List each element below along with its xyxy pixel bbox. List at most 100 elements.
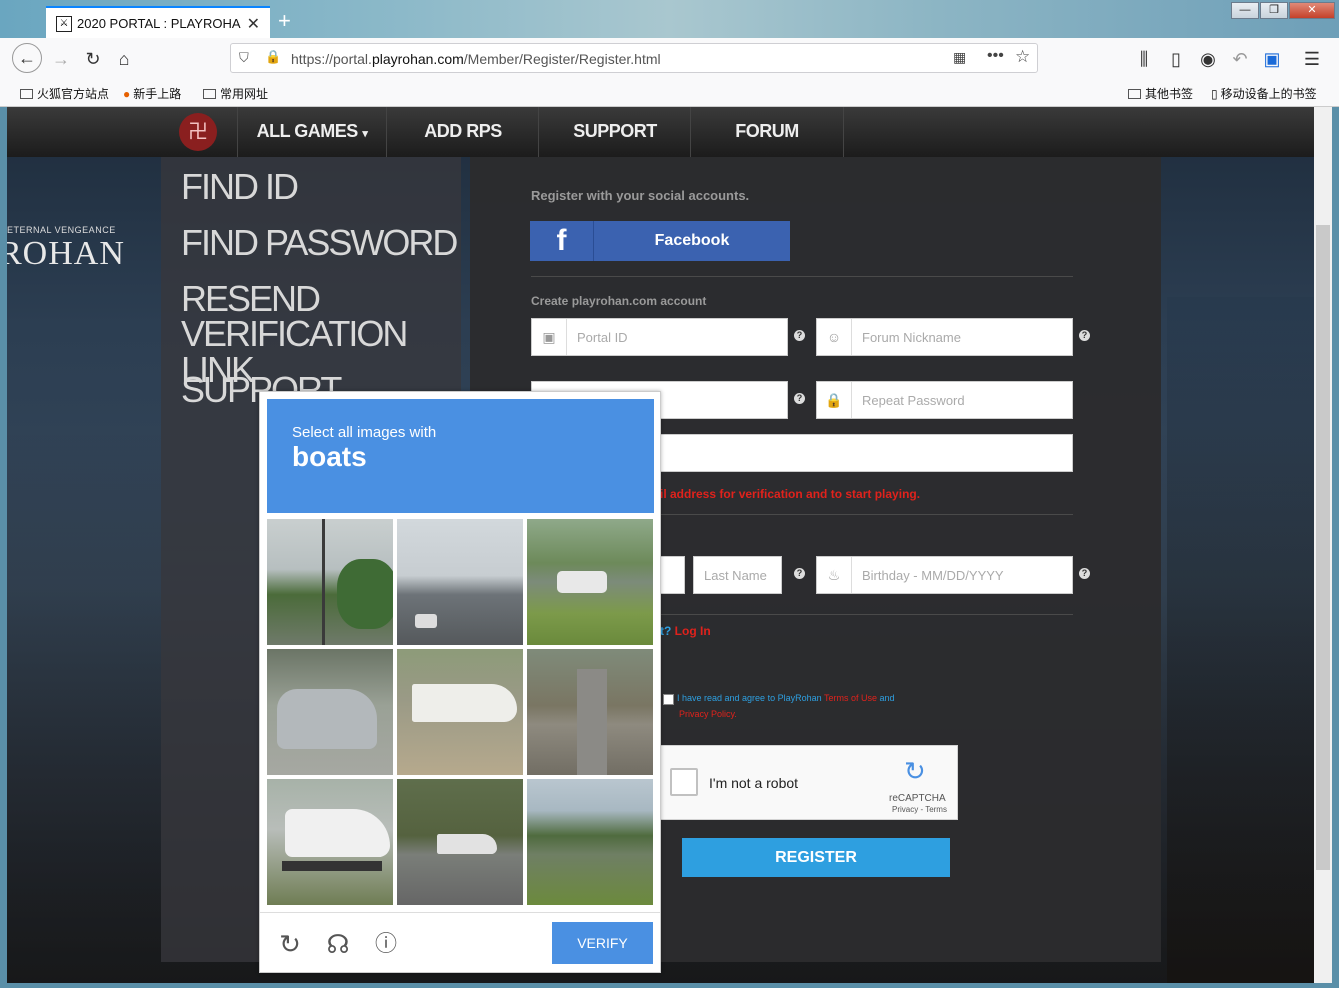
nav-forum[interactable]: FORUM	[690, 107, 844, 157]
cake-icon: ♨	[817, 557, 852, 593]
last-name-placeholder: Last Name	[704, 568, 767, 583]
qr-code-icon[interactable]: ▦	[953, 49, 966, 66]
challenge-tile-5[interactable]	[397, 649, 523, 775]
library-icon[interactable]: ⫼	[1130, 46, 1158, 72]
sidebar-icon[interactable]: ▯	[1162, 46, 1190, 72]
robot-label: I'm not a robot	[709, 775, 799, 791]
resend-link-line1[interactable]: RESEND	[181, 281, 321, 317]
extension-icon[interactable]: ▣	[1258, 46, 1286, 72]
maximize-button[interactable]: ❐	[1260, 2, 1288, 19]
forward-arrow-icon[interactable]: →	[47, 46, 75, 72]
info-icon[interactable]: ⓘ	[372, 930, 400, 958]
boat-hull	[285, 809, 390, 857]
refresh-icon[interactable]: ↻	[276, 930, 304, 958]
tab-title: 2020 PORTAL : PLAYROHAN	[77, 16, 241, 31]
headphones-icon[interactable]: ☊	[324, 930, 352, 958]
last-name-field[interactable]: Last Name	[693, 556, 782, 594]
forum-nickname-placeholder: Forum Nickname	[862, 330, 961, 345]
bookmark-item[interactable]: ● 新手上路	[123, 85, 181, 102]
trailer	[282, 861, 382, 871]
shield-icon[interactable]: ⛉	[239, 50, 249, 66]
undo-icon[interactable]: ↶	[1226, 46, 1254, 72]
folder-icon	[20, 89, 33, 99]
login-link[interactable]: Log In	[675, 624, 711, 638]
help-icon[interactable]: ?	[1079, 330, 1090, 341]
challenge-header: Select all images with boats	[267, 399, 654, 513]
challenge-tile-7[interactable]	[267, 779, 393, 905]
register-button[interactable]: REGISTER	[682, 838, 950, 877]
terms-link[interactable]: Terms of Use	[824, 693, 877, 703]
social-label: Register with your social accounts.	[531, 188, 750, 203]
tab-close-icon[interactable]: ✕	[247, 14, 260, 34]
lock-icon: 🔒	[817, 382, 852, 418]
find-password-link[interactable]: FIND PASSWORD	[181, 225, 458, 261]
challenge-tile-1[interactable]	[267, 519, 393, 645]
reload-icon[interactable]: ↻	[79, 46, 107, 72]
folder-icon	[1128, 89, 1141, 99]
lock-icon[interactable]: 🔒	[265, 49, 281, 65]
pole	[322, 519, 325, 645]
challenge-tile-8[interactable]	[397, 779, 523, 905]
captcha-challenge: Select all images with boats ↻ ☊ ⓘ VERIF…	[259, 391, 661, 973]
smiley-icon: ☺	[817, 319, 852, 355]
bookmark-item[interactable]: 火狐官方站点	[20, 85, 109, 102]
tree	[337, 559, 393, 629]
url-text: https://portal.playrohan.com/Member/Regi…	[291, 51, 661, 67]
bookmark-item[interactable]: 其他书签	[1128, 85, 1193, 102]
rohan-logo-icon[interactable]: 卍	[179, 113, 217, 151]
facebook-label: Facebook	[654, 232, 730, 249]
facebook-button[interactable]: f Facebook	[530, 221, 790, 261]
repeat-password-placeholder: Repeat Password	[862, 393, 965, 408]
birthday-placeholder: Birthday - MM/DD/YYYY	[862, 568, 1004, 583]
email-note: il address for verification and to start…	[660, 487, 921, 501]
privacy-link[interactable]: Privacy Policy.	[679, 709, 737, 719]
menu-icon[interactable]: ☰	[1298, 46, 1326, 72]
home-icon[interactable]: ⌂	[110, 46, 138, 72]
help-icon[interactable]: ?	[794, 330, 805, 341]
challenge-target: boats	[292, 441, 367, 472]
mobile-icon: ▯	[1211, 87, 1218, 101]
nav-support[interactable]: SUPPORT	[538, 107, 691, 157]
nav-all-games[interactable]: ALL GAMES ▾	[237, 107, 386, 157]
agree-checkbox[interactable]	[663, 694, 674, 705]
portal-id-field[interactable]: ▣ Portal ID	[531, 318, 788, 356]
help-icon[interactable]: ?	[794, 393, 805, 404]
window-titlebar: ⚔ 2020 PORTAL : PLAYROHAN ✕ + — ❐ ✕	[0, 0, 1339, 38]
recaptcha-links[interactable]: Privacy - Terms	[892, 805, 947, 814]
bookmark-item[interactable]: 常用网址	[203, 85, 268, 102]
help-icon[interactable]: ?	[794, 568, 805, 579]
challenge-tile-6[interactable]	[527, 649, 653, 775]
minimize-button[interactable]: —	[1231, 2, 1259, 19]
scrollbar-thumb[interactable]	[1316, 225, 1330, 870]
browser-tab[interactable]: ⚔ 2020 PORTAL : PLAYROHAN ✕	[46, 6, 270, 38]
site-nav-bar: 卍 ALL GAMES ▾ ADD RPS SUPPORT FORUM	[7, 107, 1314, 157]
challenge-tile-9[interactable]	[527, 779, 653, 905]
help-icon[interactable]: ?	[1079, 568, 1090, 579]
challenge-prompt: Select all images with	[292, 424, 437, 441]
verify-button[interactable]: VERIFY	[552, 922, 653, 964]
challenge-tile-4[interactable]	[267, 649, 393, 775]
create-account-label: Create playrohan.com account	[531, 294, 707, 308]
car	[415, 614, 437, 628]
account-icon[interactable]: ◉	[1194, 46, 1222, 72]
bookmark-item[interactable]: ▯ 移动设备上的书签	[1211, 85, 1317, 102]
back-arrow-icon[interactable]: ←	[12, 43, 42, 73]
recaptcha-widget: I'm not a robot ↻ reCAPTCHA Privacy - Te…	[647, 745, 958, 820]
bookmark-star-icon[interactable]: ☆	[1015, 47, 1030, 67]
find-id-link[interactable]: FIND ID	[181, 169, 299, 205]
url-bar[interactable]: ⛉ 🔒 https://portal.playrohan.com/Member/…	[230, 43, 1038, 73]
challenge-tile-3[interactable]	[527, 519, 653, 645]
close-window-button[interactable]: ✕	[1289, 2, 1335, 19]
forum-nickname-field[interactable]: ☺ Forum Nickname	[816, 318, 1073, 356]
birthday-field[interactable]: ♨ Birthday - MM/DD/YYYY	[816, 556, 1073, 594]
new-tab-icon[interactable]: +	[278, 8, 291, 34]
site-favicon-icon: ⚔	[56, 16, 72, 32]
firefox-icon: ●	[123, 87, 131, 101]
recaptcha-checkbox[interactable]	[670, 768, 698, 796]
id-card-icon: ▣	[532, 319, 567, 355]
more-actions-icon[interactable]: •••	[987, 47, 1004, 65]
challenge-tile-2[interactable]	[397, 519, 523, 645]
repeat-password-field[interactable]: 🔒 Repeat Password	[816, 381, 1073, 419]
login-prompt: t? Log In	[660, 624, 711, 638]
nav-add-rps[interactable]: ADD RPS	[386, 107, 539, 157]
